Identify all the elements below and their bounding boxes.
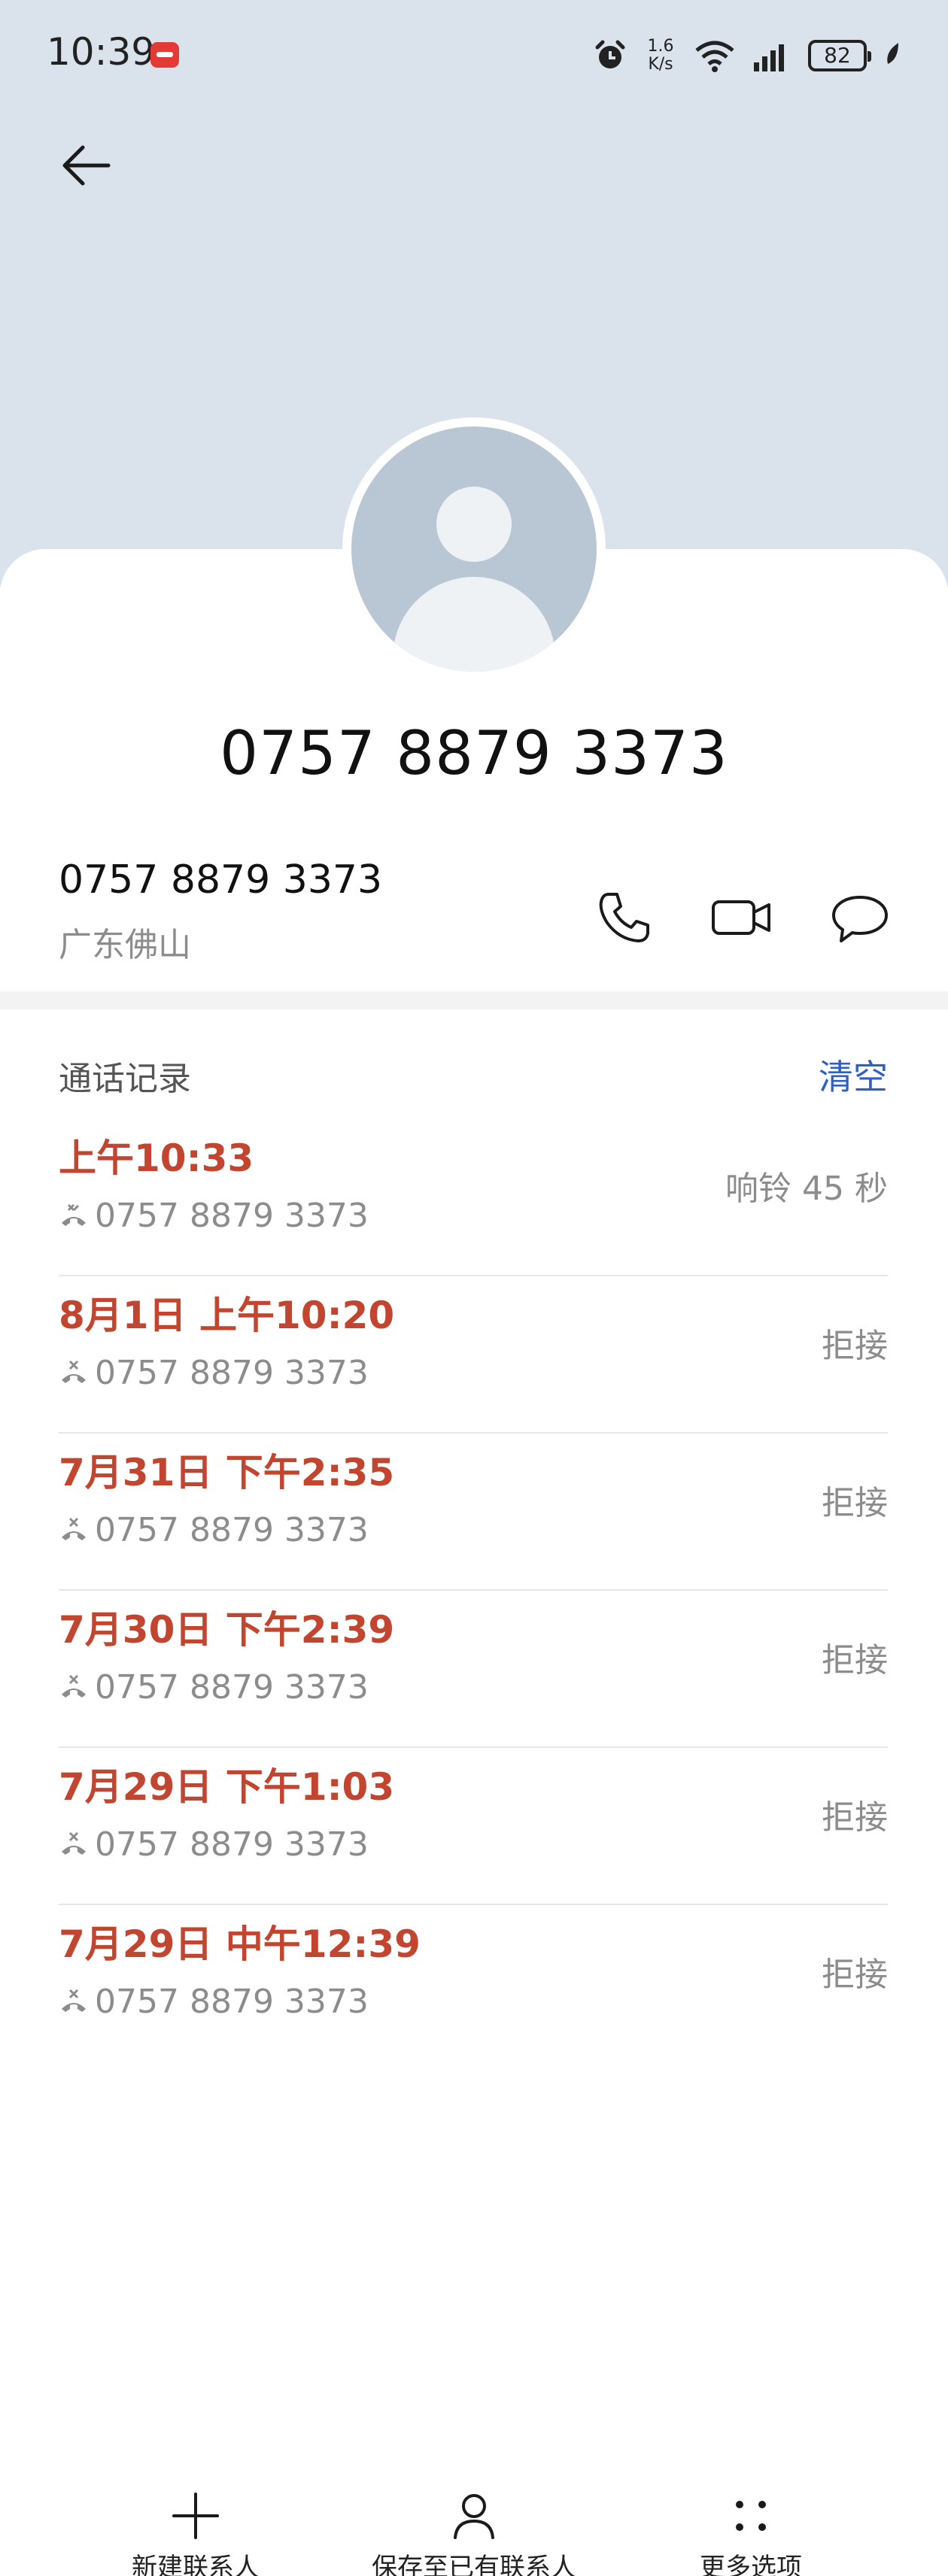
call-number-row: 0757 8879 3373 [59, 1352, 369, 1394]
save-to-existing-label: 保存至已有联系人 [372, 2553, 576, 2576]
call-time: 7月29日 下午1:03 [59, 1765, 395, 1809]
call-log-list: 上午10:33 0757 8879 3373 响铃 45 秒 8月1日 上午10… [0, 1119, 948, 2062]
call-status: 响铃 45 秒 [725, 1170, 888, 1208]
network-speed: 1.6 K/s [647, 37, 674, 74]
rejected-call-icon [62, 1517, 86, 1540]
save-to-existing-button[interactable]: 保存至已有联系人 [354, 2474, 594, 2576]
call-number-row: 0757 8879 3373 [59, 1823, 369, 1865]
signal-icon [754, 44, 784, 71]
status-time: 10:39 [47, 30, 156, 74]
status-bar: 10:39 1.6 K/s 82 [0, 0, 948, 113]
avatar [342, 417, 606, 681]
avatar-placeholder-icon [351, 426, 597, 672]
battery-indicator: 82 [808, 40, 871, 71]
call-number-row: 0757 8879 3373 [59, 1194, 369, 1236]
call-number: 0757 8879 3373 [95, 1353, 369, 1392]
alarm-icon [595, 40, 625, 68]
call-time: 7月30日 下午2:39 [59, 1608, 395, 1652]
video-camera-icon [712, 900, 770, 935]
call-time: 7月31日 下午2:35 [59, 1451, 395, 1494]
new-contact-label: 新建联系人 [132, 2553, 260, 2576]
call-log-item[interactable]: 7月31日 下午2:35 0757 8879 3373 拒接 [0, 1434, 948, 1591]
phone-number: 0757 8879 3373 [59, 857, 383, 903]
call-number: 0757 8879 3373 [95, 1667, 369, 1707]
call-status: 拒接 [822, 1956, 888, 1994]
call-log-item[interactable]: 上午10:33 0757 8879 3373 响铃 45 秒 [0, 1119, 948, 1276]
person-icon [454, 2494, 494, 2539]
call-number: 0757 8879 3373 [95, 1982, 369, 2021]
new-contact-button[interactable]: 新建联系人 [75, 2474, 316, 2576]
call-status: 拒接 [822, 1798, 888, 1837]
call-log-title: 通话记录 [59, 1060, 191, 1098]
avatar-head [436, 487, 512, 562]
plus-icon [172, 2493, 219, 2539]
leaf-icon [887, 43, 898, 64]
call-time: 上午10:33 [59, 1136, 254, 1180]
more-dots-icon [736, 2501, 766, 2531]
call-number: 0757 8879 3373 [95, 1825, 369, 1864]
number-row[interactable]: 0757 8879 3373 广东佛山 [0, 842, 948, 985]
call-number: 0757 8879 3373 [95, 1510, 369, 1549]
arrow-left-icon [62, 145, 111, 186]
missed-call-icon [62, 1203, 86, 1226]
clear-button[interactable]: 清空 [819, 1050, 888, 1100]
message-button[interactable] [826, 884, 894, 951]
call-number-row: 0757 8879 3373 [59, 1980, 369, 2022]
call-status: 拒接 [822, 1327, 888, 1365]
contact-title: 0757 8879 3373 [220, 718, 728, 788]
rejected-call-icon [62, 1674, 86, 1698]
number-location: 广东佛山 [59, 926, 191, 964]
back-button[interactable] [56, 135, 116, 196]
call-time: 8月1日 上午10:20 [59, 1294, 395, 1337]
avatar-body [393, 577, 555, 672]
wifi-icon [695, 41, 734, 72]
call-number-row: 0757 8879 3373 [59, 1666, 369, 1708]
app-notification-icon [150, 42, 179, 68]
call-time: 7月29日 中午12:39 [59, 1922, 421, 1966]
call-log-header: 通话记录 清空 [0, 1045, 948, 1098]
rejected-call-icon [62, 1831, 86, 1855]
more-options-button[interactable]: 更多选项 [630, 2474, 871, 2576]
call-log-item[interactable]: 7月30日 下午2:39 0757 8879 3373 拒接 [0, 1591, 948, 1748]
video-call-button[interactable] [707, 884, 775, 951]
message-bubble-icon [832, 896, 888, 942]
bottom-bar: 新建联系人 保存至已有联系人 更多选项 [0, 2474, 948, 2576]
call-status: 拒接 [822, 1641, 888, 1679]
call-log-item[interactable]: 7月29日 下午1:03 0757 8879 3373 拒接 [0, 1748, 948, 1905]
call-status: 拒接 [822, 1484, 888, 1522]
more-options-label: 更多选项 [700, 2553, 802, 2576]
rejected-call-icon [62, 1360, 86, 1383]
call-log-item[interactable]: 7月29日 中午12:39 0757 8879 3373 拒接 [0, 1905, 948, 2062]
rejected-call-icon [62, 1989, 86, 2012]
call-log-item[interactable]: 8月1日 上午10:20 0757 8879 3373 拒接 [0, 1276, 948, 1434]
status-icons: 1.6 K/s 82 [593, 33, 903, 78]
call-number-row: 0757 8879 3373 [59, 1509, 369, 1551]
phone-icon [599, 893, 649, 942]
call-button[interactable] [591, 884, 658, 951]
section-divider [0, 991, 948, 1009]
call-number: 0757 8879 3373 [95, 1196, 369, 1235]
